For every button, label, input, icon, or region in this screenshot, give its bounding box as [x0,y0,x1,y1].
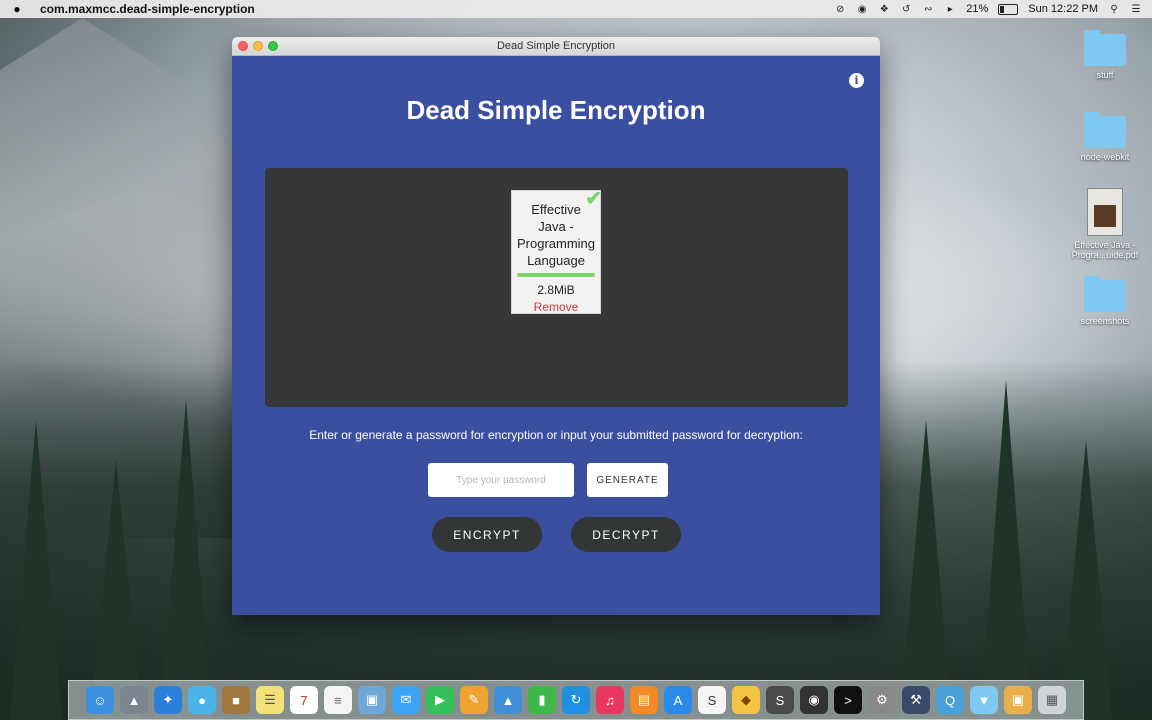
checkmark-icon: ✔ [585,188,602,210]
sublime-icon[interactable]: S [766,686,794,714]
notes-icon[interactable]: ☰ [256,686,284,714]
app-window: Dead Simple Encryption i Dead Simple Enc… [232,37,880,615]
desktop-folder-screenshots[interactable]: screenshots [1065,276,1145,326]
dock: ☺ ▲ ✦ ● ■ ☰ 7 ≡ ▣ ✉ ▶ ✎ ▲ ▮ ↻ ♫ ▤ A S ◆ … [68,680,1084,720]
remove-file-link[interactable]: Remove [512,300,600,314]
itunes-icon[interactable]: ♫ [596,686,624,714]
file-name: Effective Java - Programming Language [516,202,596,268]
password-input[interactable] [428,463,574,497]
wallpaper-tree [980,380,1032,720]
desktop-item-label: node-webkit [1080,152,1130,162]
desktop-item-label: screenshots [1080,316,1130,326]
wallpaper-tree [900,420,952,720]
messages-icon[interactable]: ✉ [392,686,420,714]
battery-icon[interactable] [998,3,1019,15]
battery-percent[interactable]: 21% [966,3,988,15]
dropbox-icon[interactable]: ❖ [878,3,890,15]
window-title: Dead Simple Encryption [496,40,615,52]
notification-center-icon[interactable]: ☰ [1130,3,1142,15]
wallpaper-tree [1060,440,1112,720]
system-preferences-icon[interactable]: ⚙ [868,686,896,714]
minimize-window-button[interactable] [253,41,263,51]
spotlight-search-icon[interactable]: ⚲ [1108,3,1120,15]
trash-icon[interactable]: ▦ [1038,686,1066,714]
file-drop-zone[interactable]: ✔ Effective Java - Programming Language … [265,168,848,407]
ibooks-icon[interactable]: ▤ [630,686,658,714]
zoom-window-button[interactable] [268,41,278,51]
menu-status-area: ⊘ ◉ ❖ ↺ ∾ ▸ 21% Sun 12:22 PM ⚲ ☰ [834,3,1142,15]
page-title: Dead Simple Encryption [406,95,706,125]
photo-browser-icon[interactable]: ● [188,686,216,714]
desktop-folder-node-webkit[interactable]: node-webkit [1065,112,1145,162]
skype-icon[interactable]: S [698,686,726,714]
close-window-button[interactable] [238,41,248,51]
sync-icon[interactable]: ↻ [562,686,590,714]
facetime-icon[interactable]: ▶ [426,686,454,714]
reminders-icon[interactable]: ≡ [324,686,352,714]
folder-icon [1084,30,1126,66]
numbers-icon[interactable]: ▮ [528,686,556,714]
folder-icon [1084,112,1126,148]
file-size: 2.8MiB [537,283,575,297]
xcode-icon[interactable]: ⚒ [902,686,930,714]
generate-button[interactable]: GENERATE [587,463,668,497]
window-controls [238,41,278,51]
menu-bar: ● com.maxmcc.dead-simple-encryption ⊘ ◉ … [0,0,1152,18]
folder-icon [1084,276,1126,312]
keynote-icon[interactable]: ▲ [494,686,522,714]
desktop-file-pdf[interactable]: Effective Java - Progra...uide.pdf [1065,188,1145,260]
encrypt-button[interactable]: ENCRYPT [432,517,542,552]
finder-icon[interactable]: ☺ [86,686,114,714]
apple-menu-icon[interactable]: ● [10,2,24,16]
password-instructions: Enter or generate a password for encrypt… [309,428,803,442]
volume-icon[interactable]: ▸ [944,3,956,15]
menu-clock[interactable]: Sun 12:22 PM [1028,3,1098,15]
pdf-thumbnail-icon [1087,188,1123,236]
sketch-icon[interactable]: ◆ [732,686,760,714]
wallpaper-tree [160,400,212,720]
archive-icon[interactable]: ▣ [1004,686,1032,714]
calendar-icon[interactable]: 7 [290,686,318,714]
file-progress-bar [517,273,595,277]
desktop-item-label: stuff [1096,70,1114,80]
pages-icon[interactable]: ✎ [460,686,488,714]
launchpad-icon[interactable]: ▲ [120,686,148,714]
chrome-icon[interactable]: ◉ [800,686,828,714]
decrypt-button[interactable]: DECRYPT [571,517,681,552]
window-titlebar[interactable]: Dead Simple Encryption [232,37,880,56]
file-card: ✔ Effective Java - Programming Language … [511,188,602,314]
safari-icon[interactable]: ✦ [154,686,182,714]
quicktime-icon[interactable]: Q [936,686,964,714]
time-machine-icon[interactable]: ↺ [900,3,912,15]
menu-app-name[interactable]: com.maxmcc.dead-simple-encryption [40,2,255,16]
desktop-item-label: Effective Java - Progra...uide.pdf [1071,240,1139,260]
record-icon[interactable]: ◉ [856,3,868,15]
desktop-folder-stuff[interactable]: stuff [1065,30,1145,80]
downloads-folder-icon[interactable]: ▼ [970,686,998,714]
do-not-disturb-icon[interactable]: ⊘ [834,3,846,15]
wallpaper-tree [10,420,62,720]
app-store-icon[interactable]: A [664,686,692,714]
info-icon[interactable]: i [849,73,864,88]
terminal-icon[interactable]: > [834,686,862,714]
preview-icon[interactable]: ▣ [358,686,386,714]
contacts-icon[interactable]: ■ [222,686,250,714]
wifi-icon[interactable]: ∾ [922,3,934,15]
